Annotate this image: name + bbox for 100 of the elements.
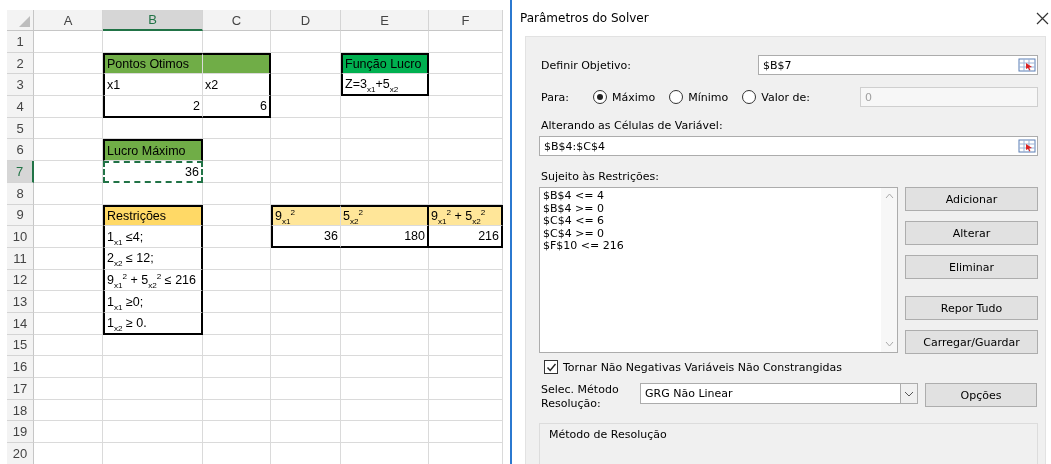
spreadsheet-cell [271,31,341,53]
row-header[interactable]: 12 [7,269,34,292]
constraint-item[interactable]: $F$10 <= 216 [543,240,878,253]
dialog-title: Parâmetros do Solver [520,11,649,25]
spreadsheet-cell [34,378,103,400]
row-header[interactable]: 4 [7,96,34,118]
field-label: Para: [540,90,570,104]
range-picker-icon[interactable] [1018,57,1036,73]
spreadsheet-cell: 2$_{x2}$ ≤ 12; [103,247,203,270]
checkbox-label: Tornar Não Negativas Variáveis Não Constrangidas [563,360,843,374]
row-header[interactable]: 11 [7,247,34,270]
column-header[interactable]: F [429,10,503,31]
spreadsheet-cell: 6 [203,96,271,118]
row-header[interactable]: 9 [7,204,34,227]
spreadsheet-cell [271,74,341,97]
spreadsheet-cell [203,182,271,205]
spreadsheet-cell [271,399,341,422]
spreadsheet-cell: x2 [203,74,271,97]
spreadsheet-cell [34,356,103,378]
row-header[interactable]: 13 [7,291,34,313]
constraint-item[interactable]: $C$4 <= 6 [543,215,878,228]
row-header[interactable]: 15 [7,334,34,357]
row-header[interactable]: 2 [7,52,34,75]
spreadsheet-cell [203,291,271,313]
field-label: Sujeito às Restrições: [540,170,660,183]
spreadsheet-cell [203,31,271,53]
spreadsheet-cell [271,312,341,335]
constraint-item[interactable]: $B$4 >= 0 [543,202,878,215]
method-dropdown[interactable]: GRG Não Linear [640,383,918,404]
options-button[interactable]: Opções [925,383,1037,407]
spreadsheet-cell [34,269,103,292]
dialog-button[interactable]: Adicionar [905,187,1038,211]
constraint-item[interactable]: $B$4 <= 4 [543,190,878,203]
spreadsheet-cell: 180 [341,226,429,248]
column-header[interactable]: E [341,10,429,31]
row-header[interactable]: 6 [7,139,34,162]
spreadsheet-cell [203,226,271,248]
spreadsheet-cell [34,291,103,313]
spreadsheet-cell [271,421,341,444]
row-header[interactable]: 8 [7,182,34,205]
spreadsheet-cell [271,139,341,162]
dialog-button[interactable]: Carregar/Guardar [905,330,1038,354]
row-header[interactable]: 10 [7,226,34,248]
radio-option[interactable]: Máximo [593,90,656,104]
spreadsheet-cell [203,399,271,422]
spreadsheet-cell: 1$_{x1}$ ≤4; [103,226,203,248]
spreadsheet-cell: 36 [103,161,203,183]
spreadsheet-cell [271,356,341,378]
row-header[interactable]: 7 [7,161,34,183]
row-header[interactable]: 18 [7,399,34,422]
close-icon[interactable] [1036,11,1049,25]
checkbox[interactable] [544,360,558,374]
spreadsheet-cell [34,247,103,270]
row-header[interactable]: 17 [7,378,34,400]
column-header[interactable]: A [34,10,103,31]
range-picker-icon[interactable] [1018,138,1036,154]
spreadsheet-cell [34,117,103,140]
dialog-button[interactable]: Repor Tudo [905,296,1038,320]
column-header[interactable]: B [103,10,203,31]
field-label: Definir Objetivo: [540,58,632,72]
row-header[interactable]: 16 [7,356,34,378]
spreadsheet-cell [271,378,341,400]
spreadsheet-cell [271,117,341,140]
row-header[interactable]: 1 [7,31,34,53]
row-header[interactable]: 19 [7,421,34,444]
column-header[interactable]: C [203,10,271,31]
spreadsheet-cell: 1$_{x2}$ ≥ 0. [103,312,203,335]
spreadsheet-cell [203,378,271,400]
spreadsheet-cell: 36 [271,226,341,248]
spreadsheet-cell [203,334,271,357]
radio-option[interactable]: Mínimo [669,90,729,104]
field-label: Alterando as Células de Variável: [540,119,724,132]
dialog-button[interactable]: Alterar [905,221,1038,245]
row-header[interactable]: 5 [7,117,34,140]
row-header[interactable]: 14 [7,312,34,335]
spreadsheet-cell: Restrições [103,204,203,227]
row-header[interactable]: 20 [7,443,34,464]
spreadsheet-cell: 9$_{x1}$$^{2}$ + 5$_{x2}$$^{2}$ ≤ 216 [103,269,203,292]
spreadsheet-cell [34,161,103,183]
spreadsheet-cell [34,334,103,357]
dialog-button[interactable]: Eliminar [905,255,1038,279]
row-header[interactable]: 3 [7,74,34,97]
chevron-down-icon [904,390,914,397]
spreadsheet-cell [203,269,271,292]
objective-field[interactable]: $B$7 [758,55,1038,75]
field-label: Selec. Método Resolução: [540,383,620,411]
spreadsheet-cell [203,312,271,335]
group-title: Método de Resolução [549,428,667,441]
spreadsheet-cell [271,334,341,357]
radio-option[interactable]: Valor de: [742,90,810,104]
spreadsheet-cell: Z=3$_{x1}$+5$_{x2}$ [341,74,429,97]
constraints-list[interactable]: $B$4 <= 4 $B$4 >= 0 $C$4 <= 6 $C$4 >= 0 $F$10 <= 216 [539,187,898,353]
spreadsheet-cell [203,117,271,140]
spreadsheet-cell [34,96,103,118]
variable-cells-field[interactable]: $B$4:$C$4 [539,136,1038,156]
constraint-item[interactable]: $C$4 >= 0 [543,227,878,240]
column-header[interactable]: D [271,10,341,31]
spreadsheet-cell: Lucro Máximo [103,139,203,162]
spreadsheet-cell: Função Lucro [341,52,429,75]
spreadsheet-cell [34,226,103,248]
